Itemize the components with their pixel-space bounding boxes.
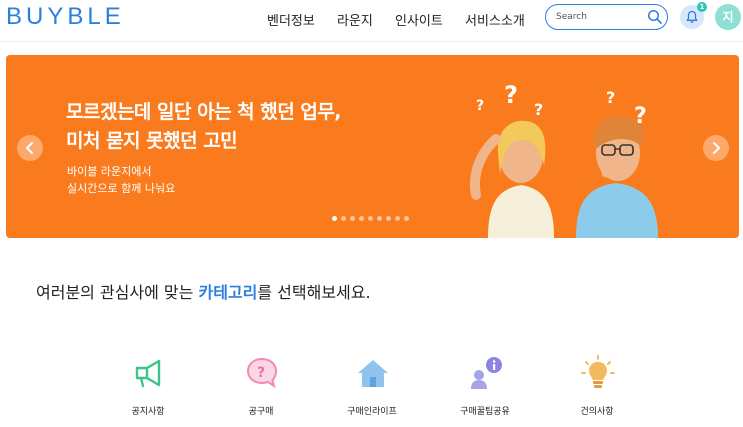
category-label: 공지사항 xyxy=(131,407,165,417)
category-label: 건의사항 xyxy=(580,407,614,417)
category-label: 구매꿀팁공유 xyxy=(460,407,510,417)
category-notice[interactable]: 공지사항 xyxy=(108,355,188,425)
search-input[interactable] xyxy=(556,10,646,24)
pagination-dot[interactable] xyxy=(404,216,409,221)
banner-next-button[interactable] xyxy=(703,135,729,161)
banner-title-line1: 모르겠는데 일단 아는 척 했던 업무, xyxy=(66,101,342,123)
nav-service-intro[interactable]: 서비스소개 xyxy=(465,10,525,29)
pagination-dot[interactable] xyxy=(395,216,400,221)
svg-text:?: ? xyxy=(504,81,518,109)
pagination-dot[interactable] xyxy=(368,216,373,221)
hero-banner[interactable]: 모르겠는데 일단 아는 척 했던 업무, 미처 묻지 못했던 고민 바이블 라운… xyxy=(6,55,739,238)
search-icon[interactable] xyxy=(647,9,663,25)
buyble-logo[interactable]: BUYBLE xyxy=(6,3,125,31)
speech-question-icon: ? xyxy=(246,357,278,389)
nav-vendor-info[interactable]: 벤더정보 xyxy=(267,10,315,29)
pagination-dot[interactable] xyxy=(332,216,337,221)
banner-subtitle-line1: 바이블 라운지에서 xyxy=(67,165,152,178)
category-tip-share[interactable]: 구매꿀팁공유 xyxy=(445,355,525,425)
title-text-after: 를 선택해보세요. xyxy=(257,283,371,302)
nav-lounge[interactable]: 라운지 xyxy=(337,10,373,29)
bell-icon xyxy=(686,10,698,23)
lightbulb-icon xyxy=(581,355,615,388)
megaphone-icon xyxy=(135,359,161,388)
chevron-right-icon xyxy=(713,142,720,154)
svg-text:?: ? xyxy=(476,98,484,114)
pagination-dot[interactable] xyxy=(377,216,382,221)
banner-title-line2: 미처 묻지 못했던 고민 xyxy=(66,130,238,152)
chevron-left-icon xyxy=(26,142,33,154)
top-header: BUYBLE 벤더정보 라운지 인사이트 서비스소개 1 지 xyxy=(0,0,743,42)
title-text-before: 여러분의 관심사에 맞는 xyxy=(36,283,199,302)
banner-subtitle-line2: 실시간으로 함께 나눠요 xyxy=(67,182,176,195)
svg-text:?: ? xyxy=(606,88,615,107)
user-avatar[interactable]: 지 xyxy=(715,4,741,30)
category-label: 구매인라이프 xyxy=(347,407,397,417)
category-label: 공구매 xyxy=(248,407,274,417)
pagination-dot[interactable] xyxy=(341,216,346,221)
confused-people-illustration: ? ? ? ? ? xyxy=(470,81,658,238)
pagination-dot[interactable] xyxy=(359,216,364,221)
category-section-title: 여러분의 관심사에 맞는 카테고리를 선택해보세요. xyxy=(36,279,371,303)
notification-badge: 1 xyxy=(697,2,707,12)
title-accent-text: 카테고리 xyxy=(198,283,258,302)
pagination-dot[interactable] xyxy=(386,216,391,221)
category-suggestions[interactable]: 건의사항 xyxy=(557,355,637,425)
pagination-dot[interactable] xyxy=(350,216,355,221)
category-purchase-life[interactable]: 구매인라이프 xyxy=(332,355,412,425)
nav-insight[interactable]: 인사이트 xyxy=(395,10,443,29)
search-box xyxy=(545,4,668,30)
category-group-buy[interactable]: ? 공구매 xyxy=(221,355,301,425)
house-icon xyxy=(358,360,388,387)
svg-text:?: ? xyxy=(534,100,543,119)
svg-text:?: ? xyxy=(257,365,265,381)
info-share-icon xyxy=(471,357,502,389)
banner-prev-button[interactable] xyxy=(17,135,43,161)
